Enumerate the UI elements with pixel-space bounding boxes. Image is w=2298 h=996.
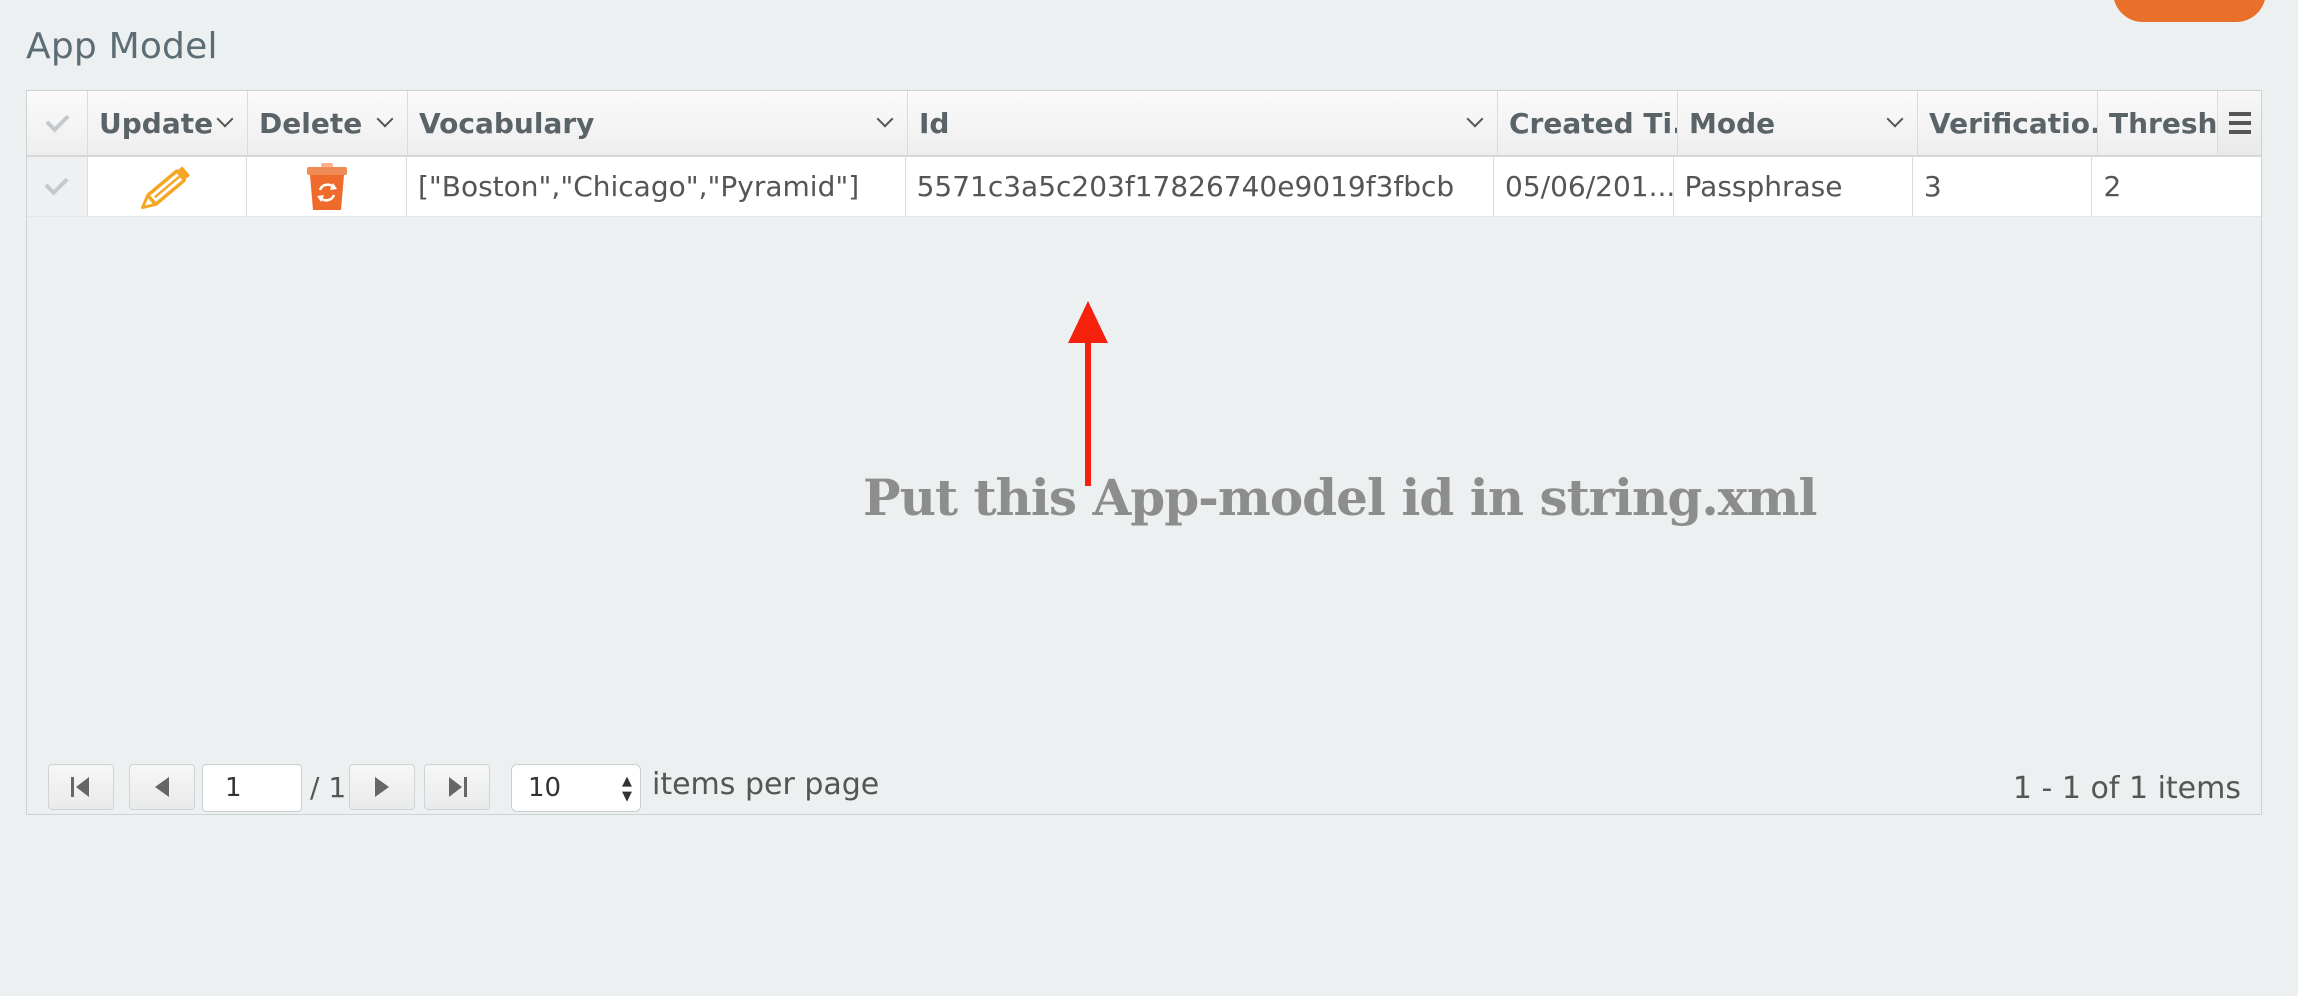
column-header-label: Verificatio... xyxy=(1929,106,2098,140)
last-page-button[interactable] xyxy=(424,764,490,810)
column-header-label: Created Ti... xyxy=(1509,106,1677,140)
column-header-id[interactable]: Id xyxy=(908,91,1498,155)
column-header-delete[interactable]: Delete xyxy=(248,91,408,155)
first-page-icon xyxy=(71,777,89,797)
column-header-vocabulary[interactable]: Vocabulary xyxy=(408,91,908,155)
annotation-text: Put this App-model id in string.xml xyxy=(863,468,1817,527)
next-page-icon xyxy=(375,777,389,797)
created-cell: 05/06/201... xyxy=(1494,157,1674,217)
last-page-icon xyxy=(449,777,467,797)
vocabulary-cell: ["Boston","Chicago","Pyramid"] xyxy=(406,157,906,217)
section-title: App Model xyxy=(26,26,218,67)
column-header-mode[interactable]: Mode xyxy=(1678,91,1918,155)
previous-page-icon xyxy=(155,777,169,797)
column-header-label: Thresho xyxy=(2109,106,2223,140)
table-row[interactable]: ["Boston","Chicago","Pyramid"] 5571c3a5c… xyxy=(27,157,2261,217)
id-cell: 5571c3a5c203f17826740e9019f3fbcb xyxy=(905,157,1494,217)
page-number-input[interactable] xyxy=(202,764,302,812)
column-header-label: Id xyxy=(919,106,950,140)
select-all-checkbox[interactable] xyxy=(27,91,88,155)
first-page-button[interactable] xyxy=(48,764,114,810)
chevron-down-icon[interactable] xyxy=(1886,110,1904,128)
select-arrows-icon: ▲ ▼ xyxy=(622,774,632,804)
top-action-button[interactable] xyxy=(2113,0,2266,22)
menu-icon xyxy=(2228,112,2251,116)
chevron-down-icon[interactable] xyxy=(376,110,394,128)
page-size-value: 10 xyxy=(528,773,562,803)
pencil-icon xyxy=(141,165,191,209)
items-per-page-label: items per page xyxy=(652,767,880,802)
next-page-button[interactable] xyxy=(349,764,415,810)
column-header-label: Update xyxy=(99,106,214,140)
update-button[interactable] xyxy=(87,157,248,217)
column-menu-button[interactable] xyxy=(2217,91,2261,155)
column-header-label: Delete xyxy=(259,106,363,140)
column-header-created[interactable]: Created Ti... xyxy=(1498,91,1678,155)
delete-button[interactable] xyxy=(247,157,407,217)
verification-cell: 3 xyxy=(1912,157,2093,217)
app-model-grid: Update Delete Vocabulary Id Created Ti..… xyxy=(26,90,2262,815)
chevron-down-icon[interactable] xyxy=(1466,110,1484,128)
mode-cell: Passphrase xyxy=(1673,157,1913,217)
checkmark-icon xyxy=(44,171,69,196)
previous-page-button[interactable] xyxy=(129,764,195,810)
row-select-checkbox[interactable] xyxy=(27,157,88,217)
threshold-cell: 2 xyxy=(2092,157,2261,217)
chevron-down-icon[interactable] xyxy=(876,110,894,128)
pager: / 1 10 ▲▼ items per page 1 - 1 of 1 item… xyxy=(27,757,2261,813)
recycle-bin-icon xyxy=(306,162,347,210)
items-count-label: 1 - 1 of 1 items xyxy=(2012,771,2241,806)
column-header-verification[interactable]: Verificatio... xyxy=(1918,91,2098,155)
chevron-down-icon[interactable] xyxy=(216,110,234,128)
annotation-arrow xyxy=(1068,301,1108,486)
total-pages-label: / 1 xyxy=(310,771,347,804)
page-size-select[interactable]: 10 ▲ ▼ xyxy=(511,764,641,812)
column-header-update[interactable]: Update xyxy=(88,91,248,155)
column-header-label: Mode xyxy=(1689,106,1776,140)
column-header-label: Vocabulary xyxy=(419,106,595,140)
grid-header: Update Delete Vocabulary Id Created Ti..… xyxy=(27,91,2261,157)
column-header-threshold[interactable]: Thresho xyxy=(2098,91,2223,155)
checkmark-icon xyxy=(44,107,70,133)
